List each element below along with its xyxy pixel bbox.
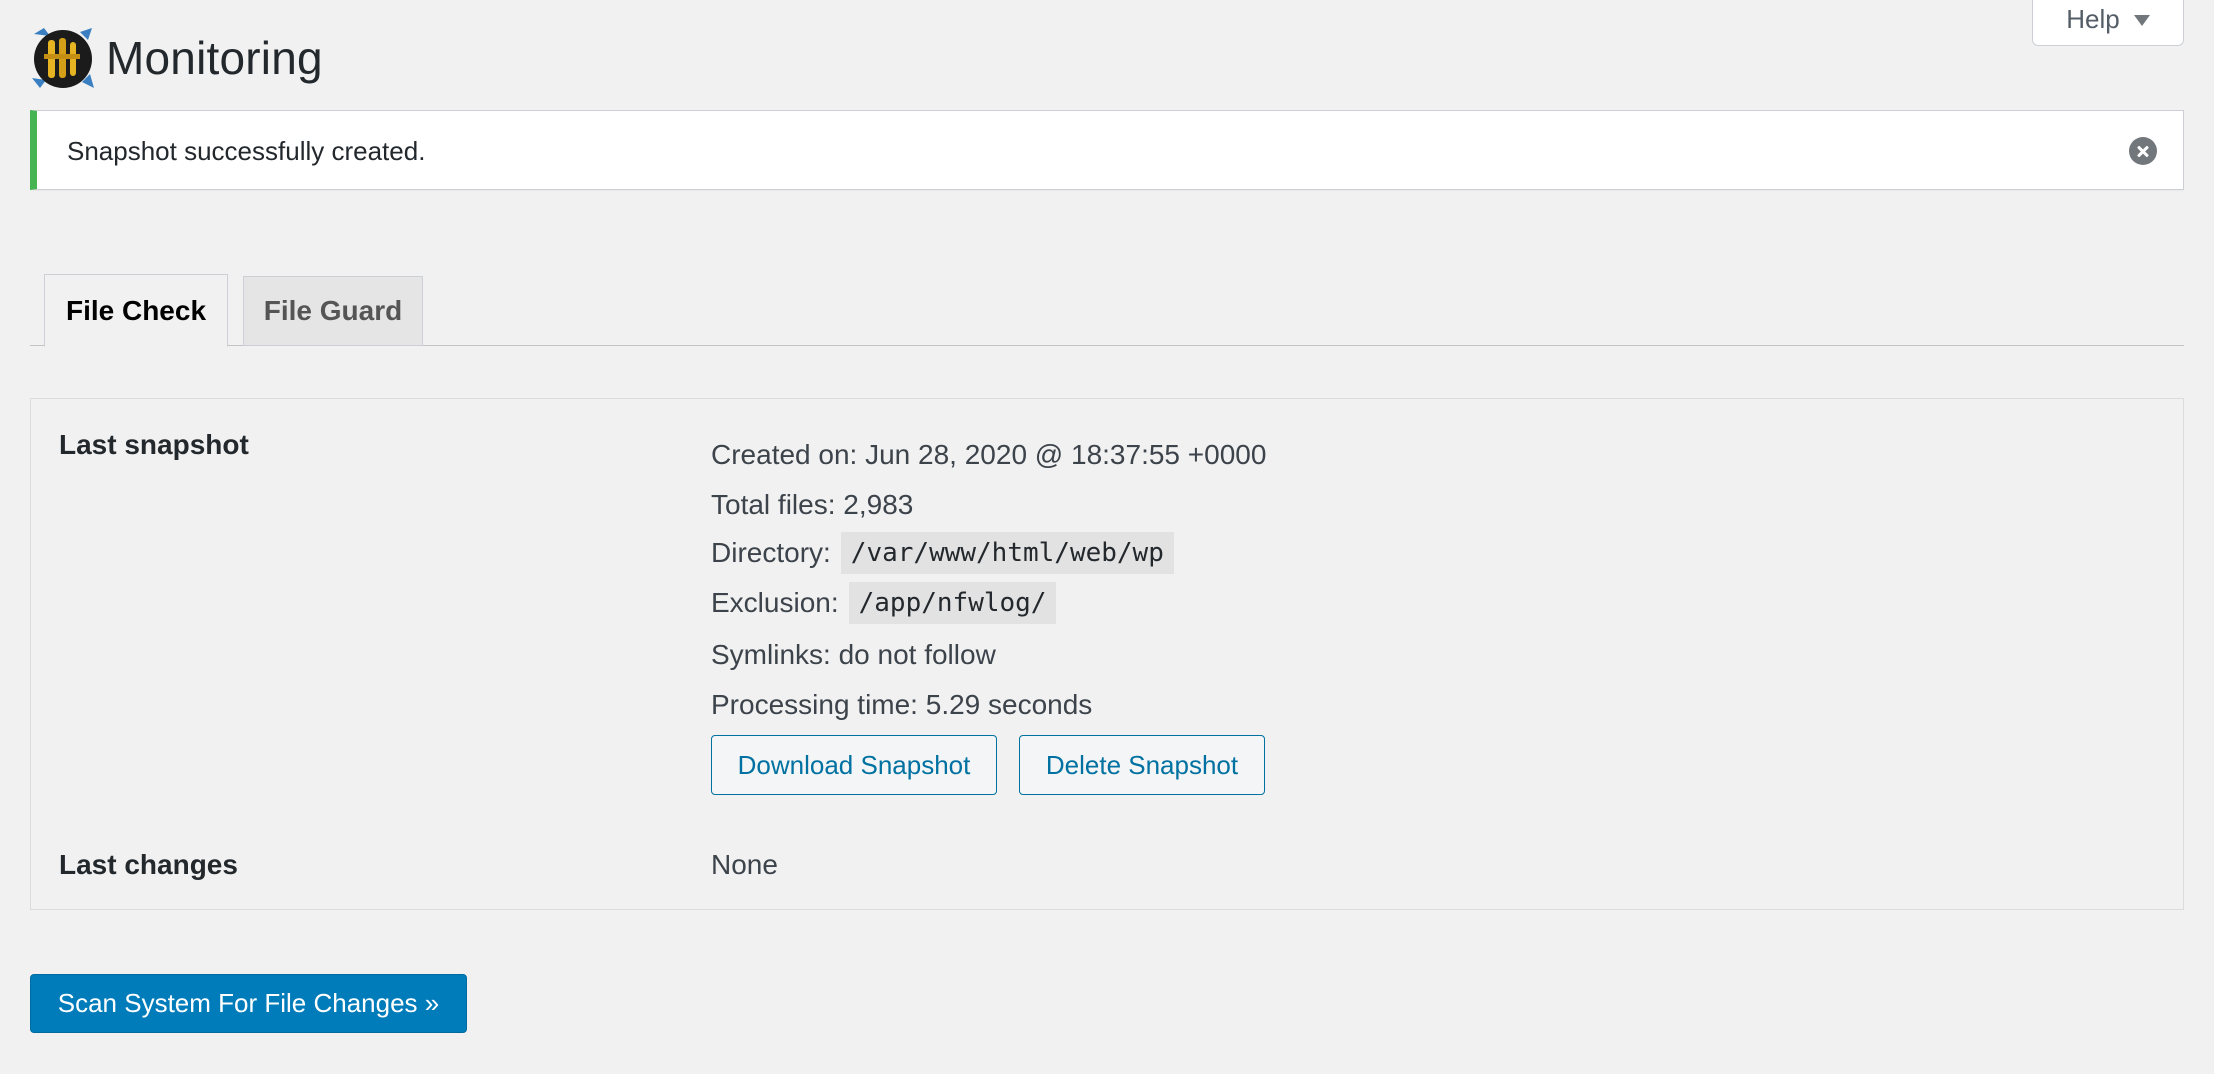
scan-system-button[interactable]: Scan System For File Changes » bbox=[30, 974, 467, 1033]
directory-label: Directory: bbox=[711, 537, 831, 568]
page: Help Monitoring Snapshot successfully cr… bbox=[0, 0, 2214, 1074]
page-header: Monitoring bbox=[30, 26, 323, 90]
tab-file-guard[interactable]: File Guard bbox=[243, 276, 423, 346]
processing-time-text: Processing time: 5.29 seconds bbox=[711, 689, 1093, 720]
directory-value: /var/www/html/web/wp bbox=[840, 532, 1174, 574]
last-changes-value: None bbox=[711, 849, 778, 880]
exclusion-line: Exclusion: /app/nfwlog/ bbox=[711, 582, 1057, 624]
tab-bar: File Check File Guard bbox=[30, 274, 2184, 347]
success-notice: Snapshot successfully created. bbox=[30, 110, 2184, 190]
notice-message: Snapshot successfully created. bbox=[67, 136, 426, 166]
download-snapshot-button[interactable]: Download Snapshot bbox=[711, 735, 997, 795]
tab-file-check[interactable]: File Check bbox=[44, 274, 228, 347]
last-snapshot-label: Last snapshot bbox=[59, 429, 249, 460]
page-title: Monitoring bbox=[106, 32, 323, 84]
help-label: Help bbox=[2066, 4, 2120, 34]
exclusion-value: /app/nfwlog/ bbox=[848, 582, 1057, 624]
exclusion-label: Exclusion: bbox=[711, 587, 839, 618]
symlinks-text: Symlinks: do not follow bbox=[711, 639, 996, 670]
ninjafirewall-logo-icon bbox=[30, 26, 96, 90]
directory-line: Directory: /var/www/html/web/wp bbox=[711, 532, 1174, 574]
help-tab[interactable]: Help bbox=[2032, 0, 2184, 46]
total-files-text: Total files: 2,983 bbox=[711, 489, 914, 520]
created-on-text: Created on: Jun 28, 2020 @ 18:37:55 +000… bbox=[711, 439, 1267, 470]
caret-down-icon bbox=[2133, 15, 2150, 26]
file-check-panel: Last snapshot Created on: Jun 28, 2020 @… bbox=[30, 398, 2184, 910]
last-changes-label: Last changes bbox=[59, 849, 238, 880]
dismiss-icon[interactable] bbox=[2129, 137, 2157, 165]
delete-snapshot-button[interactable]: Delete Snapshot bbox=[1019, 735, 1265, 795]
